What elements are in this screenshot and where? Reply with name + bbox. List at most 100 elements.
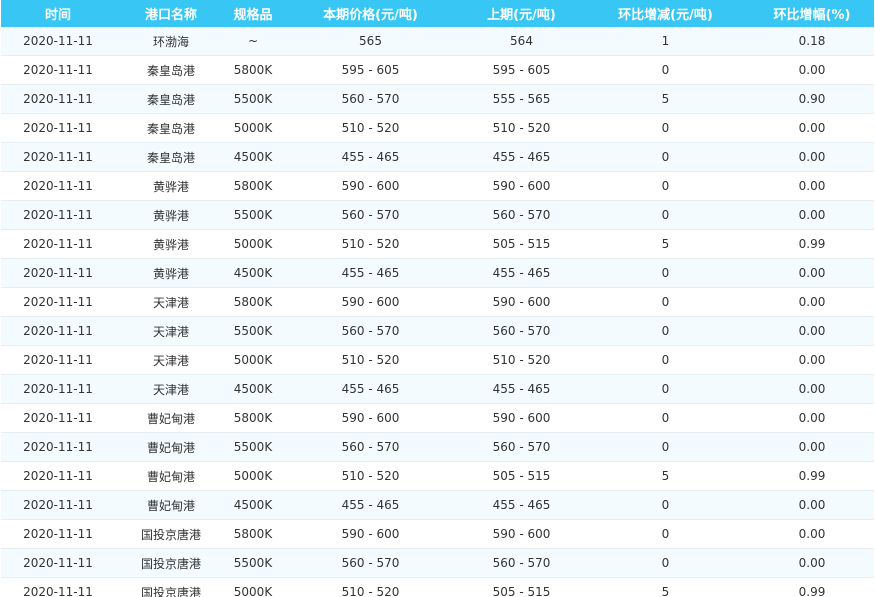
cell-port-name: 黄骅港: [115, 258, 227, 288]
cell-current-price: 510 - 520: [279, 229, 462, 259]
cell-change: 0: [581, 171, 750, 201]
cell-port-name: 国投京唐港: [115, 577, 227, 597]
cell-current-price: 560 - 570: [279, 548, 462, 578]
cell-grade: 5000K: [227, 461, 279, 491]
cell-current-price: 455 - 465: [279, 490, 462, 520]
cell-change-percent: 0.90: [750, 84, 874, 114]
cell-change: 0: [581, 403, 750, 433]
cell-date: 2020-11-11: [1, 461, 115, 491]
cell-port-name: 天津港: [115, 374, 227, 404]
cell-change: 5: [581, 229, 750, 259]
cell-current-price: 590 - 600: [279, 287, 462, 317]
cell-date: 2020-11-11: [1, 258, 115, 288]
cell-change: 0: [581, 316, 750, 346]
cell-previous-price: 505 - 515: [462, 577, 581, 597]
cell-change-percent: 0.00: [750, 55, 874, 85]
cell-port-name: 曹妃甸港: [115, 432, 227, 462]
cell-grade: 5800K: [227, 519, 279, 549]
cell-grade: 5800K: [227, 171, 279, 201]
cell-previous-price: 560 - 570: [462, 548, 581, 578]
cell-change-percent: 0.00: [750, 490, 874, 520]
table-row: 2020-11-11 曹妃甸港 4500K 455 - 465 455 - 465 0 0.…: [1, 490, 874, 520]
cell-current-price: 595 - 605: [279, 55, 462, 85]
cell-grade: 5000K: [227, 345, 279, 375]
cell-port-name: 秦皇岛港: [115, 55, 227, 85]
cell-previous-price: 590 - 600: [462, 403, 581, 433]
table-row: 2020-11-11 黄骅港 5800K 590 - 600 590 - 600 0 0.0…: [1, 171, 874, 201]
cell-change: 0: [581, 548, 750, 578]
cell-current-price: 510 - 520: [279, 345, 462, 375]
cell-date: 2020-11-11: [1, 374, 115, 404]
cell-date: 2020-11-11: [1, 84, 115, 114]
cell-change: 5: [581, 577, 750, 597]
table-row: 2020-11-11 天津港 5800K 590 - 600 590 - 600 0 0.0…: [1, 287, 874, 317]
cell-change-percent: 0.00: [750, 374, 874, 404]
cell-previous-price: 455 - 465: [462, 142, 581, 172]
table-row: 2020-11-11 天津港 5500K 560 - 570 560 - 570 0 0.0…: [1, 316, 874, 346]
cell-previous-price: 555 - 565: [462, 84, 581, 114]
cell-port-name: 秦皇岛港: [115, 113, 227, 143]
header-grade: 规格品: [227, 0, 279, 27]
table-row: 2020-11-11 国投京唐港 5800K 590 - 600 590 - 600 0 0…: [1, 519, 874, 549]
cell-change-percent: 0.00: [750, 316, 874, 346]
cell-grade: 5500K: [227, 432, 279, 462]
cell-change-percent: 0.00: [750, 258, 874, 288]
cell-change: 0: [581, 200, 750, 230]
cell-change: 5: [581, 461, 750, 491]
cell-date: 2020-11-11: [1, 55, 115, 85]
cell-port-name: 天津港: [115, 316, 227, 346]
header-previous-price: 上期(元/吨): [462, 0, 581, 27]
cell-previous-price: 590 - 600: [462, 287, 581, 317]
cell-date: 2020-11-11: [1, 229, 115, 259]
cell-change: 0: [581, 345, 750, 375]
cell-change-percent: 0.00: [750, 345, 874, 375]
cell-change: 0: [581, 55, 750, 85]
cell-date: 2020-11-11: [1, 142, 115, 172]
cell-current-price: 455 - 465: [279, 258, 462, 288]
cell-date: 2020-11-11: [1, 316, 115, 346]
cell-grade: 5800K: [227, 55, 279, 85]
table-row: 2020-11-11 曹妃甸港 5500K 560 - 570 560 - 570 0 0.…: [1, 432, 874, 462]
cell-current-price: 560 - 570: [279, 316, 462, 346]
cell-previous-price: 564: [462, 27, 581, 56]
cell-current-price: 510 - 520: [279, 577, 462, 597]
cell-change-percent: 0.00: [750, 171, 874, 201]
cell-previous-price: 595 - 605: [462, 55, 581, 85]
cell-date: 2020-11-11: [1, 200, 115, 230]
cell-date: 2020-11-11: [1, 171, 115, 201]
header-date: 时间: [1, 0, 115, 27]
cell-date: 2020-11-11: [1, 577, 115, 597]
cell-current-price: 455 - 465: [279, 142, 462, 172]
cell-port-name: 秦皇岛港: [115, 142, 227, 172]
cell-grade: 4500K: [227, 374, 279, 404]
cell-previous-price: 510 - 520: [462, 345, 581, 375]
header-port-name: 港口名称: [115, 0, 227, 27]
cell-grade: 5800K: [227, 287, 279, 317]
cell-previous-price: 455 - 465: [462, 258, 581, 288]
table-body: 2020-11-11 环渤海 ~565 564 1 0.18 2020-11-11 秦皇岛港 5…: [1, 27, 874, 597]
header-change: 环比增减(元/吨): [581, 0, 750, 27]
table-row: 2020-11-11 国投京唐港 5500K 560 - 570 560 - 570 0 0…: [1, 548, 874, 578]
cell-previous-price: 505 - 515: [462, 461, 581, 491]
table-row: 2020-11-11 天津港 5000K 510 - 520 510 - 520 0 0.0…: [1, 345, 874, 375]
cell-change: 0: [581, 374, 750, 404]
header-change-percent: 环比增幅(%): [750, 0, 874, 27]
cell-change-percent: 0.99: [750, 461, 874, 491]
cell-date: 2020-11-11: [1, 403, 115, 433]
cell-change-percent: 0.99: [750, 577, 874, 597]
cell-change: 0: [581, 113, 750, 143]
cell-change: 5: [581, 84, 750, 114]
cell-grade: 5500K: [227, 84, 279, 114]
cell-port-name: 天津港: [115, 287, 227, 317]
cell-change: 0: [581, 519, 750, 549]
cell-grade: ~: [227, 27, 279, 56]
cell-date: 2020-11-11: [1, 519, 115, 549]
cell-date: 2020-11-11: [1, 548, 115, 578]
table-row: 2020-11-11 黄骅港 4500K 455 - 465 455 - 465 0 0.0…: [1, 258, 874, 288]
cell-port-name: 国投京唐港: [115, 548, 227, 578]
cell-current-price: 560 - 570: [279, 84, 462, 114]
cell-date: 2020-11-11: [1, 27, 115, 56]
cell-grade: 5000K: [227, 113, 279, 143]
cell-port-name: 曹妃甸港: [115, 403, 227, 433]
cell-change-percent: 0.99: [750, 229, 874, 259]
